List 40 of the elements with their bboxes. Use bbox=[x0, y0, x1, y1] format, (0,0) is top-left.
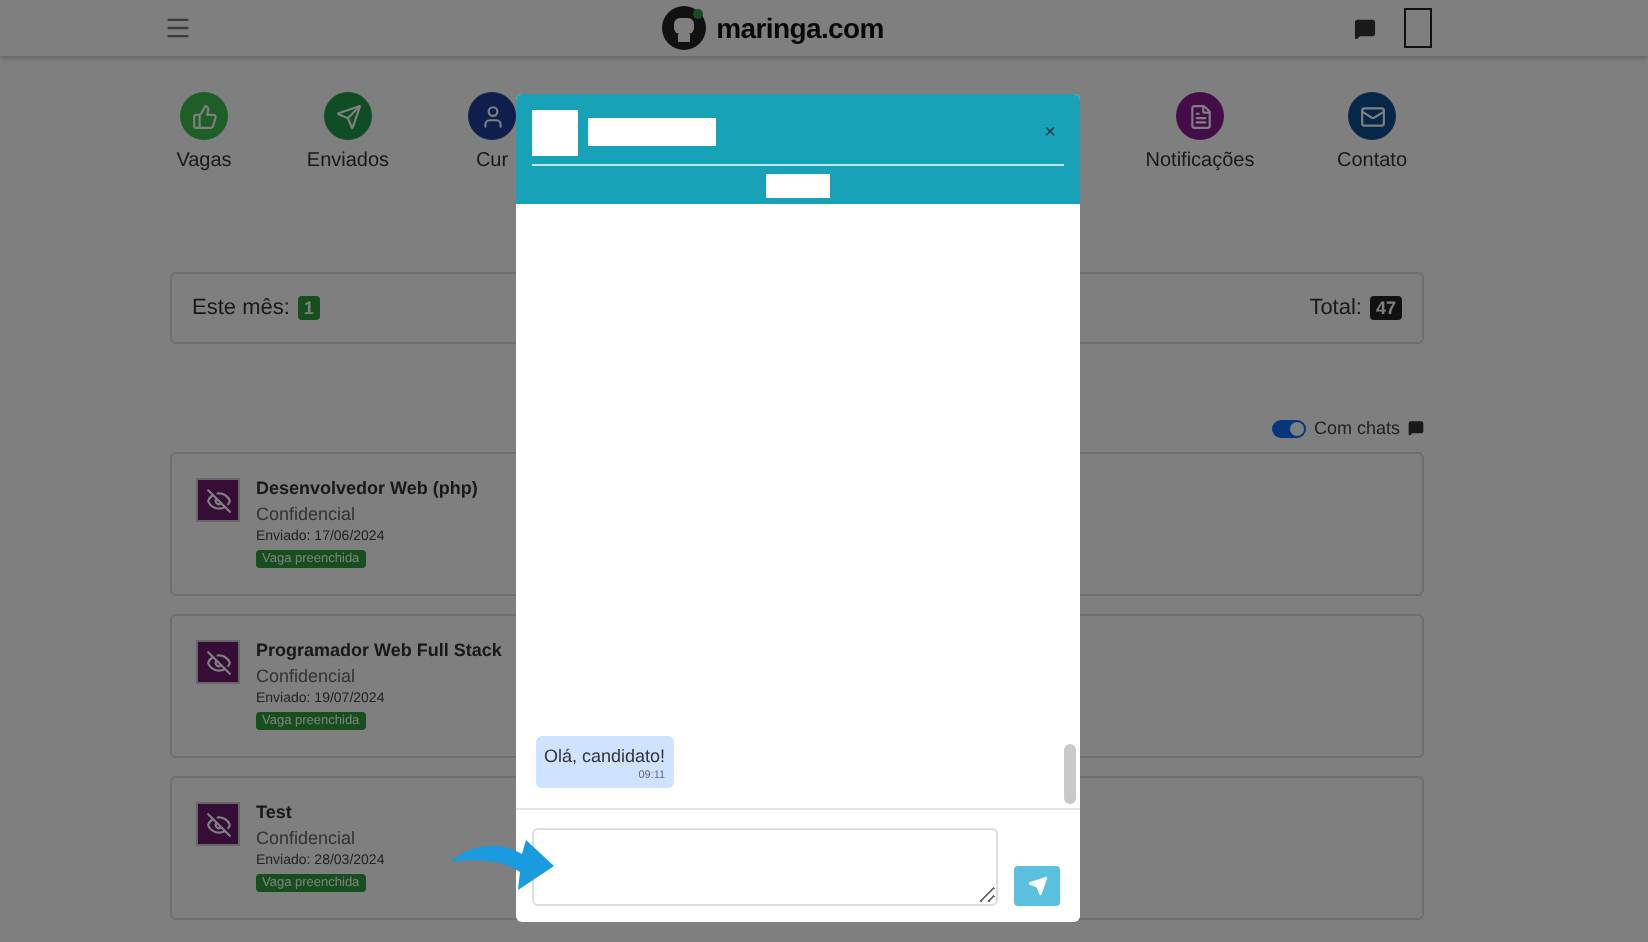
job-title: Programador Web Full Stack bbox=[256, 640, 502, 660]
chat-icon[interactable] bbox=[1354, 17, 1376, 39]
nav-icon bbox=[468, 92, 516, 140]
month-count: 1 bbox=[297, 296, 320, 320]
job-title: Test bbox=[256, 802, 294, 822]
hidden-logo-icon bbox=[196, 640, 240, 684]
redacted-name bbox=[588, 118, 716, 146]
close-button[interactable]: × bbox=[1036, 121, 1064, 143]
chat-icon bbox=[1408, 420, 1424, 436]
hidden-logo-icon bbox=[196, 802, 240, 846]
nav-link[interactable]: Cur bbox=[420, 92, 564, 172]
company-name: Confidencial bbox=[256, 828, 358, 848]
redacted-text bbox=[766, 174, 830, 198]
scrollbar-thumb[interactable] bbox=[1064, 744, 1076, 804]
nav-icon bbox=[180, 92, 228, 140]
user-avatar[interactable] bbox=[1404, 8, 1432, 48]
toggle-label: Com chats bbox=[1313, 418, 1400, 438]
menu-icon[interactable] bbox=[164, 14, 192, 42]
message-text: Olá, candidato! bbox=[544, 746, 666, 766]
logo-icon bbox=[662, 6, 707, 50]
nav-icon bbox=[324, 92, 372, 140]
site-logo: maringa.com bbox=[716, 12, 884, 44]
total-count: 47 bbox=[1369, 296, 1402, 320]
month-label: Este mês: bbox=[192, 296, 290, 320]
nav-link[interactable]: Enviados bbox=[276, 92, 420, 172]
chat-filter-toggle[interactable] bbox=[1271, 419, 1306, 437]
company-name: Confidencial bbox=[256, 666, 358, 686]
pointer-arrow bbox=[450, 838, 554, 894]
hidden-logo-icon bbox=[196, 478, 240, 522]
nav-link[interactable]: Vagas bbox=[132, 92, 276, 172]
send-icon bbox=[1027, 876, 1047, 896]
nav-link[interactable]: Contato bbox=[1286, 92, 1458, 172]
total-label: Total: bbox=[1309, 296, 1362, 320]
send-button[interactable] bbox=[1014, 866, 1060, 906]
nav-icon bbox=[1348, 92, 1396, 140]
company-name: Confidencial bbox=[256, 504, 358, 524]
nav-link[interactable]: Notificações bbox=[1114, 92, 1286, 172]
job-title: Desenvolvedor Web (php) bbox=[256, 478, 478, 498]
redacted-photo bbox=[532, 109, 578, 155]
nav-icon bbox=[1176, 92, 1224, 140]
